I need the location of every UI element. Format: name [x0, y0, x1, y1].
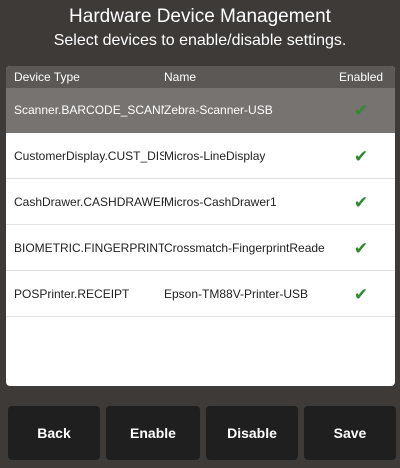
enabled-check-icon: ✔ [353, 193, 369, 212]
enabled-check-icon: ✔ [353, 239, 369, 258]
device-management-screen: Hardware Device Management Select device… [0, 0, 400, 468]
header: Hardware Device Management Select device… [0, 0, 400, 60]
back-button[interactable]: Back [8, 406, 100, 460]
table-row[interactable]: POSPrinter.RECEIPT Epson-TM88V-Printer-U… [6, 272, 395, 317]
device-name-cell: Epson-TM88V-Printer-USB [164, 287, 309, 301]
column-header-name: Name [164, 70, 197, 84]
device-name-cell: Micros-CashDrawer1 [164, 195, 277, 209]
device-type-cell: CustomerDisplay.CUST_DIS [14, 149, 164, 163]
enabled-check-icon: ✔ [353, 285, 369, 304]
device-type-cell: POSPrinter.RECEIPT [14, 287, 130, 301]
device-type-cell: BIOMETRIC.FINGERPRINT [14, 241, 164, 255]
table-row[interactable]: BIOMETRIC.FINGERPRINT Crossmatch-Fingerp… [6, 226, 395, 271]
enable-button[interactable]: Enable [106, 406, 200, 460]
device-name-cell: Crossmatch-FingerprintReade [164, 241, 325, 255]
disable-button[interactable]: Disable [206, 406, 298, 460]
column-header-enabled: Enabled [339, 70, 384, 84]
save-button[interactable]: Save [304, 406, 396, 460]
device-name-cell: Zebra-Scanner-USB [164, 103, 273, 117]
device-name-cell: Micros-LineDisplay [164, 149, 266, 163]
page-subtitle: Select devices to enable/disable setting… [53, 32, 347, 49]
page-title: Hardware Device Management [69, 6, 331, 27]
table-header: Device Type Name Enabled [6, 66, 395, 88]
device-type-cell: Scanner.BARCODE_SCANN [14, 103, 164, 117]
device-table: Device Type Name Enabled Scanner.BARCODE… [6, 66, 395, 386]
enabled-check-icon: ✔ [353, 147, 369, 166]
column-header-device-type: Device Type [14, 70, 80, 84]
table-row[interactable]: Scanner.BARCODE_SCANN Zebra-Scanner-USB … [6, 88, 395, 133]
enabled-check-icon: ✔ [353, 101, 369, 120]
table-row[interactable]: CustomerDisplay.CUST_DIS Micros-LineDisp… [6, 134, 395, 179]
device-type-cell: CashDrawer.CASHDRAWER [14, 195, 164, 209]
table-row[interactable]: CashDrawer.CASHDRAWER Micros-CashDrawer1… [6, 180, 395, 225]
